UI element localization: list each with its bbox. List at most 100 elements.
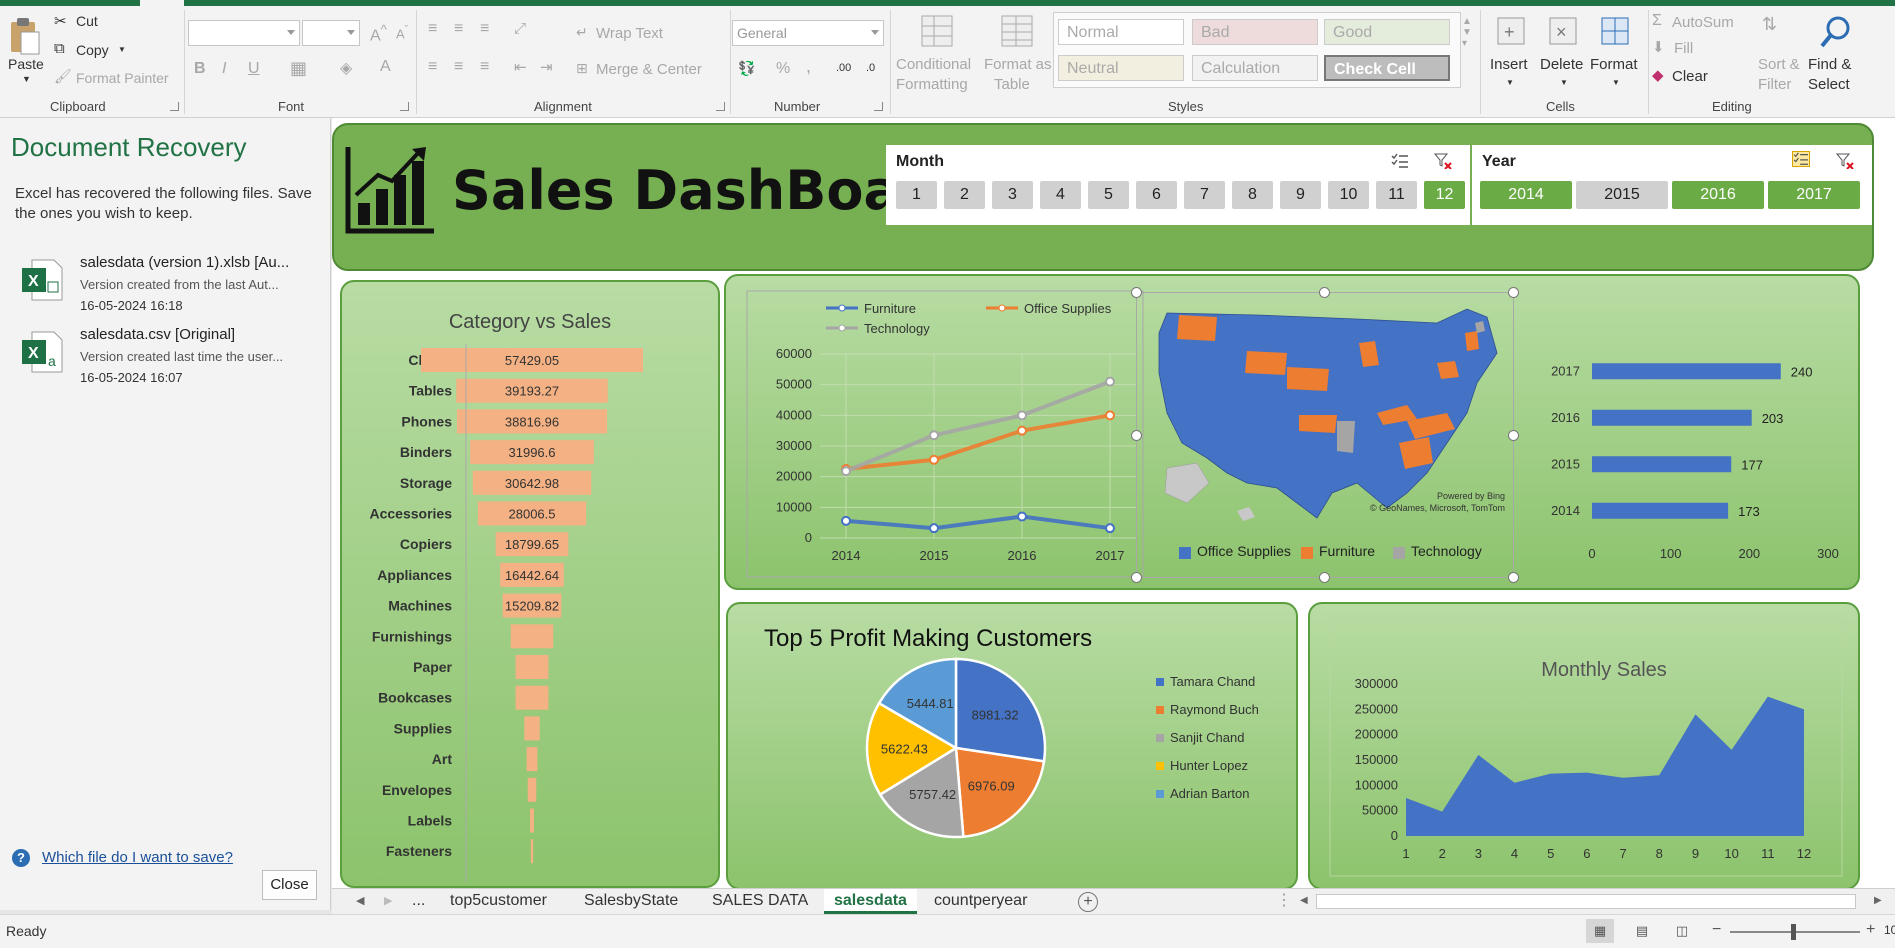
sheet-tab[interactable]: top5customer	[450, 889, 547, 914]
style-calculation[interactable]: Calculation	[1192, 55, 1318, 81]
zoom-level[interactable]: 100	[1884, 923, 1895, 937]
cut-button[interactable]: ✂ Cut	[54, 12, 144, 32]
map-chart[interactable]: Powered by Bing © GeoNames, Microsoft, T…	[1131, 287, 1519, 583]
wrap-text-button[interactable]: ↵ Wrap Text	[576, 24, 686, 44]
recovered-file-item[interactable]: X salesdata (version 1).xlsb [Au... Vers…	[20, 254, 320, 324]
merge-center-button[interactable]: ⊞ Merge & Center	[576, 60, 726, 80]
slicer-item[interactable]: 3	[992, 181, 1033, 209]
selection-handle[interactable]	[1508, 287, 1519, 298]
percent-button[interactable]: %	[776, 60, 790, 78]
clipboard-launcher-icon[interactable]	[170, 102, 179, 111]
sort-filter-button[interactable]: ⇅ Sort & Filter	[1756, 14, 1804, 94]
bold-button[interactable]: B	[194, 60, 206, 78]
right-align-icon[interactable]: ≡	[480, 58, 489, 76]
bottom-align-icon[interactable]: ≡	[480, 20, 489, 38]
slicer-item[interactable]: 2014	[1480, 181, 1572, 209]
style-normal[interactable]: Normal	[1058, 19, 1184, 45]
decrease-font-icon[interactable]: Aˇ	[396, 24, 408, 41]
top-align-icon[interactable]: ≡	[428, 20, 437, 38]
page-layout-icon[interactable]: ▤	[1628, 919, 1656, 943]
comma-button[interactable]: ,	[806, 56, 811, 77]
style-bad[interactable]: Bad	[1192, 19, 1318, 45]
tab-splitter-icon[interactable]: ⋮	[1276, 889, 1292, 914]
next-sheet-icon[interactable]: ▶	[384, 889, 392, 914]
increase-font-icon[interactable]: A^	[370, 22, 387, 45]
find-select-button[interactable]: Find & Select	[1804, 14, 1866, 94]
zoom-in-icon[interactable]: +	[1866, 921, 1875, 939]
multi-select-icon[interactable]	[1391, 153, 1409, 169]
style-neutral[interactable]: Neutral	[1058, 55, 1184, 81]
selection-handle[interactable]	[1131, 572, 1142, 583]
normal-view-icon[interactable]: ▦	[1586, 919, 1614, 943]
style-good[interactable]: Good	[1324, 19, 1450, 45]
selection-handle[interactable]	[1508, 430, 1519, 441]
alignment-launcher-icon[interactable]	[716, 102, 725, 111]
selection-handle[interactable]	[1319, 287, 1330, 298]
increase-decimal-button[interactable]: .00	[836, 62, 851, 74]
clear-button[interactable]: ◆ Clear	[1652, 66, 1732, 86]
format-button[interactable]: Format ▼	[1588, 14, 1644, 94]
style-check-cell[interactable]: Check Cell	[1324, 55, 1450, 81]
clear-filter-icon[interactable]	[1434, 153, 1452, 169]
horizontal-scrollbar[interactable]	[1316, 894, 1856, 909]
conditional-formatting-button[interactable]: Conditional Formatting	[894, 14, 980, 94]
sheet-tab[interactable]: SALES DATA	[712, 889, 808, 914]
copy-button[interactable]: ⧉ Copy ▼	[54, 40, 144, 60]
selection-handle[interactable]	[1319, 572, 1330, 583]
fill-button[interactable]: ⬇ Fill	[1652, 38, 1732, 58]
fill-color-icon[interactable]: ◈	[340, 58, 352, 78]
slicer-item[interactable]: 10	[1328, 181, 1369, 209]
center-align-icon[interactable]: ≡	[454, 58, 463, 76]
italic-button[interactable]: I	[222, 60, 226, 78]
more-sheets-button[interactable]: ...	[412, 889, 425, 914]
increase-indent-icon[interactable]: ⇥	[540, 58, 553, 76]
page-break-icon[interactable]: ◫	[1668, 919, 1696, 943]
slicer-item[interactable]: 2016	[1672, 181, 1764, 209]
sheet-tab[interactable]: SalesbyState	[584, 889, 678, 914]
gallery-scroll-icon[interactable]: ▲ ▼ ▾	[1462, 16, 1472, 49]
slicer-item[interactable]: 1	[896, 181, 937, 209]
scroll-right-icon[interactable]: ▶	[1874, 889, 1882, 914]
accounting-format-icon[interactable]: 💱	[738, 60, 755, 77]
font-size-combo[interactable]	[302, 20, 360, 46]
slicer-item[interactable]: 6	[1136, 181, 1177, 209]
slicer-item[interactable]: 9	[1280, 181, 1321, 209]
font-launcher-icon[interactable]	[400, 102, 409, 111]
sheet-tab-active[interactable]: salesdata	[824, 889, 917, 914]
slicer-item[interactable]: 2015	[1576, 181, 1668, 209]
selection-handle[interactable]	[1131, 287, 1142, 298]
close-button[interactable]: Close	[262, 870, 317, 900]
underline-button[interactable]: U	[248, 60, 260, 78]
recovered-file-item[interactable]: X a salesdata.csv [Original] Version cre…	[20, 326, 320, 396]
autosum-button[interactable]: Σ AutoSum	[1652, 12, 1756, 32]
decrease-indent-icon[interactable]: ⇤	[514, 58, 527, 76]
middle-align-icon[interactable]: ≡	[454, 20, 463, 38]
multi-select-icon[interactable]	[1792, 151, 1810, 167]
left-align-icon[interactable]: ≡	[428, 58, 437, 76]
slicer-item[interactable]: 2	[944, 181, 985, 209]
font-color-icon[interactable]: A	[380, 58, 391, 76]
clear-filter-icon[interactable]	[1836, 153, 1854, 169]
decrease-decimal-button[interactable]: .0	[866, 62, 875, 74]
zoom-slider[interactable]	[1730, 924, 1860, 940]
font-name-combo[interactable]	[188, 20, 300, 46]
format-as-table-button[interactable]: Format as Table	[982, 14, 1052, 94]
number-launcher-icon[interactable]	[874, 102, 883, 111]
scroll-left-icon[interactable]: ◀	[1300, 889, 1308, 914]
zoom-out-icon[interactable]: −	[1712, 921, 1721, 939]
format-painter-button[interactable]: 🖌 Format Painter	[54, 68, 174, 88]
borders-icon[interactable]: ▦	[290, 58, 307, 79]
number-format-combo[interactable]: General	[732, 20, 884, 46]
selection-handle[interactable]	[1131, 430, 1142, 441]
orientation-icon[interactable]: ⤢	[514, 20, 526, 37]
prev-sheet-icon[interactable]: ◀	[356, 889, 364, 914]
add-sheet-icon[interactable]: +	[1078, 892, 1098, 912]
slicer-item[interactable]: 5	[1088, 181, 1129, 209]
sheet-tab[interactable]: countperyear	[934, 889, 1027, 914]
slicer-item[interactable]: 7	[1184, 181, 1225, 209]
selection-handle[interactable]	[1508, 572, 1519, 583]
slicer-item[interactable]: 11	[1376, 181, 1417, 209]
zoom-thumb[interactable]	[1791, 924, 1796, 940]
delete-button[interactable]: × Delete ▼	[1536, 14, 1590, 94]
insert-button[interactable]: + Insert ▼	[1484, 14, 1536, 94]
